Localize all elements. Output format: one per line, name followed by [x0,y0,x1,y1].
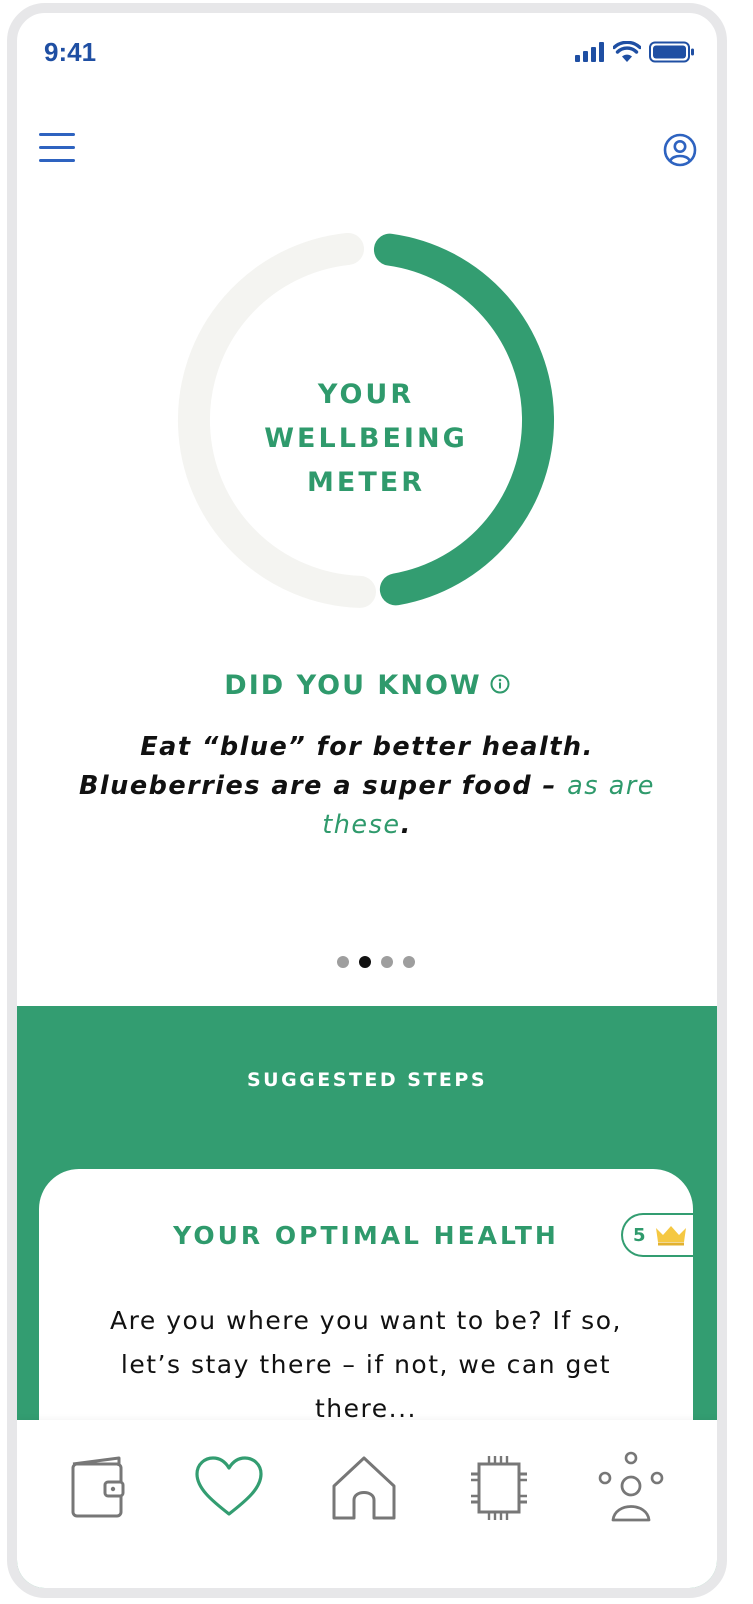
did-you-know-title: DID YOU KNOW [224,670,482,701]
carousel-dot[interactable] [337,956,349,968]
wellbeing-meter[interactable]: YOUR WELLBEING METER [174,228,558,612]
status-icons [575,41,695,63]
tab-bar [17,1420,717,1588]
menu-line [39,146,75,149]
card-body: Are you where you want to be? If so, let… [110,1306,622,1423]
home-icon[interactable] [326,1450,402,1526]
carousel-dots[interactable] [337,956,415,968]
fact-text: Eat “blue” for better health. Blueberrie… [78,732,594,801]
carousel-dot[interactable] [403,956,415,968]
phone-frame: 9:41 YOUR WELLBEING METER DID YOU KNOW E… [7,3,727,1598]
screen: 9:41 YOUR WELLBEING METER DID YOU KNOW E… [17,13,717,1588]
wifi-icon [613,41,641,62]
reward-badge: 5 [621,1213,693,1257]
menu-icon[interactable] [39,131,77,165]
badge-count: 5 [633,1224,646,1246]
fact-text-end: . [400,810,412,840]
meter-title: YOUR WELLBEING METER [264,379,468,498]
status-time: 9:41 [44,37,97,67]
heart-icon[interactable] [191,1450,267,1526]
community-icon[interactable] [593,1450,669,1526]
menu-line [39,133,75,136]
carousel-dot[interactable] [359,956,371,968]
crown-icon [655,1226,686,1246]
signal-icon [575,42,604,62]
info-icon[interactable] [490,674,510,694]
profile-icon[interactable] [663,133,697,167]
chip-icon[interactable] [461,1450,537,1526]
carousel-dot[interactable] [381,956,393,968]
wallet-icon[interactable] [61,1450,137,1526]
card-title: YOUR OPTIMAL HEALTH [173,1221,559,1250]
did-you-know-text: Eat “blue” for better health. Blueberrie… [77,728,657,845]
suggested-steps-title: SUGGESTED STEPS [246,1069,488,1091]
did-you-know-heading: DID YOU KNOW [17,670,717,701]
menu-line [39,159,75,162]
battery-icon [649,41,694,63]
